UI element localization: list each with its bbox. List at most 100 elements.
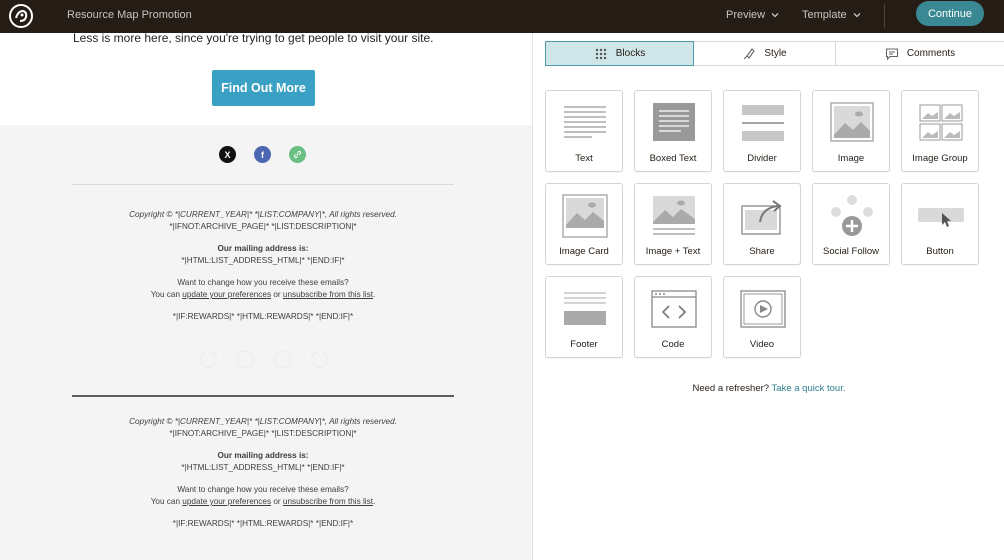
section-divider [72, 395, 454, 397]
you-can-text: You can [150, 290, 180, 299]
image-card-icon [562, 194, 608, 238]
faded-circle-icon [200, 351, 217, 368]
tab-style[interactable]: Style [694, 41, 836, 66]
block-divider[interactable]: Divider [723, 90, 801, 172]
chevron-down-icon [853, 13, 861, 18]
address-merge-tag: *|HTML:LIST_ADDRESS_HTML|* *|END:IF|* [181, 463, 345, 472]
block-image-text[interactable]: Image + Text [634, 183, 712, 265]
block-label: Code [661, 339, 685, 350]
footer-block-2[interactable]: Copyright © *|CURRENT_YEAR|* *|LIST:COMP… [72, 416, 454, 530]
or-text: or [273, 290, 281, 299]
block-label: Image Group [912, 153, 968, 164]
change-prefs-text: Want to change how you receive these ema… [177, 278, 349, 287]
block-label: Footer [570, 339, 598, 350]
button-block-icon [918, 208, 964, 227]
block-label: Image + Text [645, 246, 701, 257]
continue-button[interactable]: Continue [916, 1, 984, 26]
prefs-line: You can update your preferences or unsub… [72, 289, 454, 301]
archive-merge-tag: *|IFNOT:ARCHIVE_PAGE|* *|LIST:DESCRIPTIO… [169, 222, 357, 231]
block-label: Divider [747, 153, 777, 164]
tab-label: Comments [906, 48, 956, 59]
address-heading: Our mailing address is: [217, 244, 309, 253]
preview-label: Preview [726, 9, 766, 21]
boxed-text-icon [653, 103, 695, 141]
unsubscribe-link[interactable]: unsubscribe from this list [283, 290, 373, 299]
template-label: Template [802, 9, 847, 21]
you-can-text: You can [150, 497, 180, 506]
block-button[interactable]: Button [901, 183, 979, 265]
block-boxed-text[interactable]: Boxed Text [634, 90, 712, 172]
editor-panel: Blocks Style Comments Text Boxed Text Di… [532, 33, 1004, 560]
block-label: Social Follow [823, 246, 879, 257]
or-text: or [273, 497, 281, 506]
video-icon [740, 290, 786, 328]
block-label: Button [926, 246, 954, 257]
link-icon[interactable] [289, 146, 306, 163]
image-group-icon [919, 104, 963, 141]
copyright-text: Copyright © *|CURRENT_YEAR|* *|LIST:COMP… [129, 210, 397, 219]
share-icon [741, 200, 782, 235]
block-image[interactable]: Image [812, 90, 890, 172]
social-follow-icon [831, 195, 873, 236]
block-label: Share [749, 246, 775, 257]
rewards-merge-tag: *|IF:REWARDS|* *|HTML:REWARDS|* *|END:IF… [172, 519, 354, 528]
update-preferences-link[interactable]: update your preferences [182, 497, 271, 506]
code-icon [651, 290, 697, 328]
block-text[interactable]: Text [545, 90, 623, 172]
chevron-down-icon [771, 13, 779, 18]
change-prefs-text: Want to change how you receive these ema… [177, 485, 349, 494]
faded-circle-icon [311, 351, 328, 368]
block-video[interactable]: Video [723, 276, 801, 358]
address-heading: Our mailing address is: [217, 451, 309, 460]
top-bar: Resource Map Promotion Preview Template … [0, 0, 1004, 33]
footer-block-1[interactable]: Copyright © *|CURRENT_YEAR|* *|LIST:COMP… [72, 209, 454, 323]
quick-tour-link[interactable]: Take a quick tour. [772, 383, 846, 394]
x-icon[interactable]: X [219, 146, 236, 163]
tab-blocks[interactable]: Blocks [545, 41, 694, 66]
nav-divider [884, 4, 885, 28]
text-block-icon [564, 106, 606, 138]
refresher-line: Need a refresher? Take a quick tour. [533, 383, 1004, 394]
tab-comments[interactable]: Comments [836, 41, 1004, 66]
block-label: Text [575, 153, 593, 164]
divider-icon [742, 105, 784, 141]
comment-icon [885, 47, 898, 60]
block-image-group[interactable]: Image Group [901, 90, 979, 172]
faded-circle-icon [274, 351, 291, 368]
tab-label: Blocks [615, 48, 646, 59]
block-label: Image [837, 153, 865, 164]
block-share[interactable]: Share [723, 183, 801, 265]
block-label: Video [749, 339, 775, 350]
grid-dots-icon [595, 48, 606, 59]
update-preferences-link[interactable]: update your preferences [182, 290, 271, 299]
template-menu[interactable]: Template [802, 9, 861, 21]
refresher-text: Need a refresher? [692, 383, 770, 394]
footer-icon [564, 292, 606, 325]
block-image-card[interactable]: Image Card [545, 183, 623, 265]
preview-menu[interactable]: Preview [726, 9, 779, 21]
intro-text[interactable]: Less is more here, since you're trying t… [73, 33, 433, 45]
footer-divider [72, 184, 454, 185]
block-label: Boxed Text [649, 153, 697, 164]
faded-social-icons [200, 351, 328, 368]
copyright-text: Copyright © *|CURRENT_YEAR|* *|LIST:COMP… [129, 417, 397, 426]
email-preview: Less is more here, since you're trying t… [0, 33, 532, 560]
rewards-merge-tag: *|IF:REWARDS|* *|HTML:REWARDS|* *|END:IF… [172, 312, 354, 321]
block-footer[interactable]: Footer [545, 276, 623, 358]
campaign-title: Resource Map Promotion [67, 9, 192, 21]
panel-tabs: Blocks Style Comments [545, 41, 1004, 66]
find-out-more-button[interactable]: Find Out More [212, 70, 315, 106]
unsubscribe-link[interactable]: unsubscribe from this list [283, 497, 373, 506]
period-text: . [373, 290, 376, 299]
address-merge-tag: *|HTML:LIST_ADDRESS_HTML|* *|END:IF|* [181, 256, 345, 265]
block-label: Image Card [559, 246, 609, 257]
image-text-icon [653, 196, 695, 235]
facebook-icon[interactable]: f [254, 146, 271, 163]
block-code[interactable]: Code [634, 276, 712, 358]
social-links: X f [219, 146, 306, 163]
period-text: . [373, 497, 376, 506]
block-social-follow[interactable]: Social Follow [812, 183, 890, 265]
mailchimp-logo-icon[interactable] [8, 3, 34, 29]
image-icon [830, 102, 874, 142]
faded-circle-icon [237, 351, 254, 368]
